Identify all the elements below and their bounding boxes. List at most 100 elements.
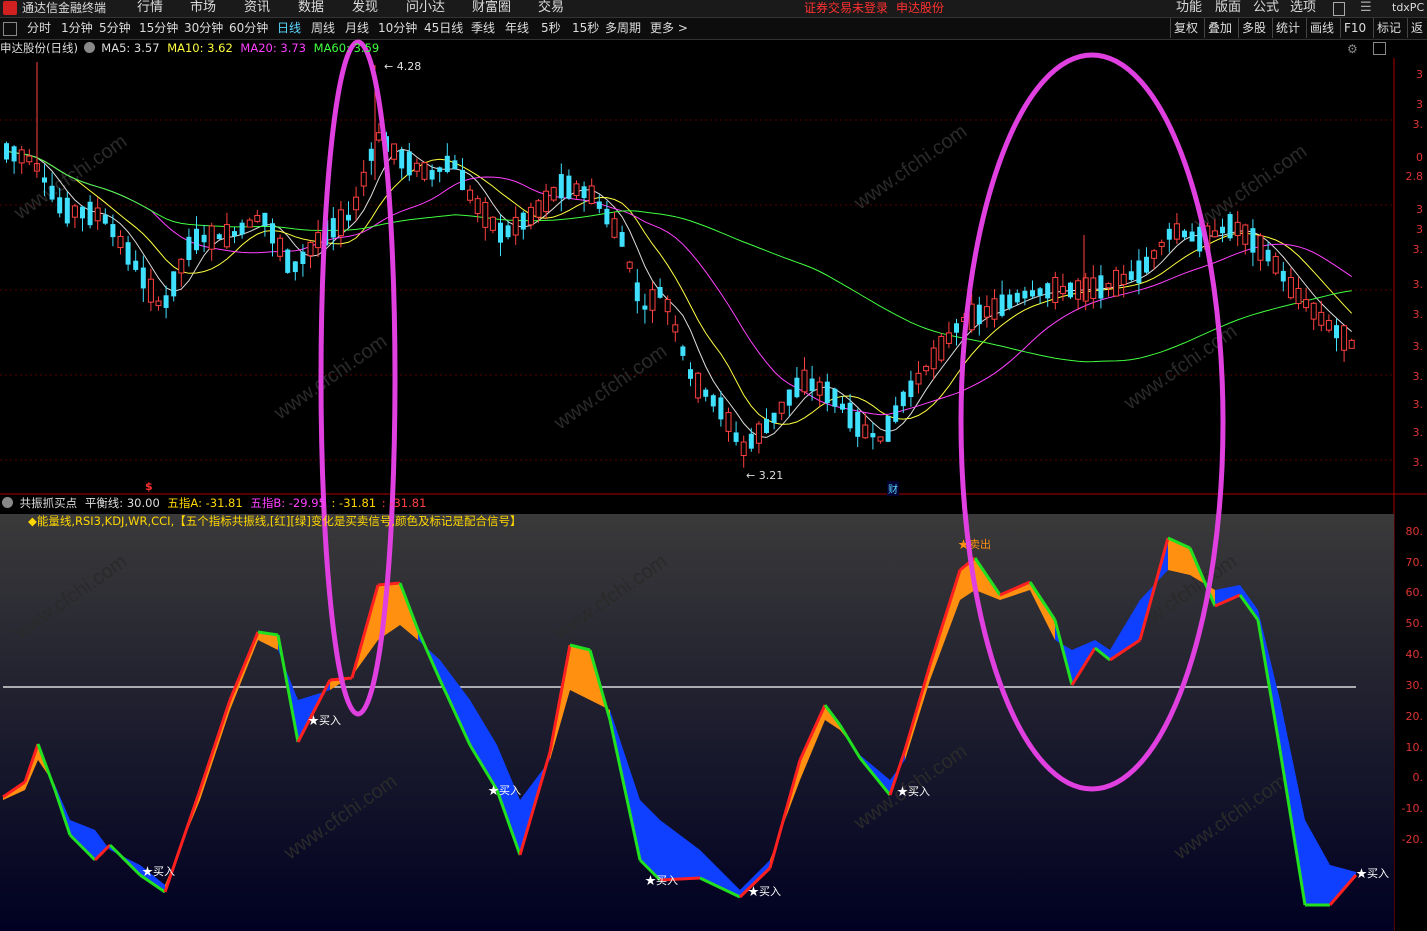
indicator-axis-tick: -20. — [1401, 833, 1423, 846]
candle-down — [999, 294, 1005, 316]
candle-up — [1303, 299, 1310, 309]
candle-down — [110, 224, 116, 238]
candle-up — [527, 206, 534, 226]
price-axis-tick: 3. — [1412, 370, 1424, 383]
price-axis-tick: 3. — [1412, 278, 1424, 291]
candle-up — [740, 441, 747, 457]
candle-up — [816, 381, 823, 396]
candle-up — [1113, 269, 1120, 297]
candle-down — [11, 146, 17, 162]
candle-up — [626, 261, 633, 269]
candle-down — [748, 433, 754, 449]
candle-up — [1348, 339, 1355, 349]
ma5-label: MA5: 3.57 — [101, 41, 160, 55]
candle-up — [801, 369, 808, 393]
settings-icon[interactable]: ⚙ — [1347, 42, 1358, 56]
candle-up — [489, 216, 496, 231]
candle-up — [277, 237, 284, 257]
candle-up — [512, 216, 519, 236]
indicator-axis-tick: 30. — [1405, 679, 1424, 692]
candle-up — [672, 324, 679, 333]
maximize-icon[interactable] — [1373, 42, 1386, 55]
price-axis-tick: 3. — [1412, 118, 1424, 131]
candle-up — [695, 372, 702, 399]
candle-up — [223, 224, 230, 248]
candle-down — [794, 377, 800, 398]
dropdown-circle-icon[interactable] — [83, 42, 95, 53]
candle-down — [710, 395, 716, 407]
candle-down — [1045, 283, 1051, 299]
candle-up — [535, 200, 542, 218]
finance-marker[interactable]: 财 — [887, 481, 899, 496]
buy-signal: ★买入 — [748, 885, 781, 898]
candle-up — [1173, 223, 1180, 240]
candle-up — [26, 155, 33, 163]
buy-signal: ★买入 — [142, 865, 175, 878]
candle-up — [862, 424, 869, 439]
candle-down — [893, 405, 899, 422]
candle-down — [1068, 282, 1073, 298]
indicator-dropdown-icon[interactable] — [2, 497, 13, 508]
candle-down — [1098, 275, 1104, 299]
candle-down — [1280, 270, 1286, 282]
candle-up — [1257, 235, 1264, 261]
ma60-label: MA60: 3.59 — [313, 41, 380, 55]
candle-down — [688, 369, 693, 379]
candle-up — [1158, 241, 1165, 247]
candle-down — [566, 175, 572, 199]
candle-down — [4, 143, 9, 160]
candle-down — [581, 186, 587, 199]
indicator-axis-tick: 80. — [1405, 525, 1424, 538]
candle-down — [1022, 290, 1028, 299]
candle-down — [908, 380, 914, 398]
candle-up — [391, 143, 398, 160]
candle-up — [664, 299, 671, 313]
candle-down — [1166, 228, 1172, 240]
candle-up — [983, 306, 990, 318]
sell-signal: ★卖出 — [958, 537, 991, 551]
candle-down — [216, 234, 222, 240]
candle-down — [900, 391, 906, 407]
buy-signal: ★买入 — [897, 785, 930, 798]
candle-down — [558, 174, 564, 199]
indicator-header: 共振抓买点 平衡线: 30.00 五指A: -31.81 五指B: -29.95… — [0, 495, 426, 512]
candle-down — [368, 148, 374, 161]
price-axis-tick: 3 — [1416, 203, 1423, 216]
candle-up — [94, 207, 101, 222]
candle-up — [915, 372, 922, 385]
candle-up — [991, 298, 998, 320]
price-axis-tick: 3 — [1416, 68, 1423, 81]
candle-down — [42, 177, 47, 183]
candle-up — [1242, 224, 1249, 245]
candle-down — [847, 402, 853, 429]
candle-up — [375, 132, 382, 141]
candle-down — [1014, 292, 1020, 303]
low-price-label: ← 3.21 — [746, 469, 784, 482]
candle-down — [201, 234, 207, 243]
candle-up — [1295, 287, 1302, 305]
dollar-marker[interactable]: $ — [145, 480, 153, 493]
candle-down — [399, 149, 405, 169]
price-axis-tick: 3. — [1412, 426, 1424, 439]
candle-down — [239, 222, 245, 235]
candle-up — [421, 162, 428, 180]
indicator-axis-tick: 0. — [1412, 771, 1424, 784]
candle-down — [840, 403, 845, 410]
indicator-description: ◆能量线,RSI3,KDJ,WR,CCI,【五个指标共振线,[红][绿]变化是买… — [28, 514, 522, 528]
candle-up — [353, 196, 360, 211]
high-price-label: ← 4.28 — [384, 60, 422, 73]
candle-down — [1182, 230, 1187, 238]
main-chart-header: 申达股份(日线) MA5: 3.57 MA10: 3.62 MA20: 3.73… — [0, 40, 379, 57]
candle-up — [1234, 221, 1241, 236]
candle-down — [642, 305, 648, 310]
price-axis-tick: 0 — [1416, 151, 1423, 164]
candle-up — [208, 225, 215, 250]
indicator-axis-tick: 70. — [1405, 556, 1424, 569]
candle-down — [764, 419, 769, 433]
candle-up — [1151, 250, 1158, 259]
candle-up — [1090, 277, 1097, 299]
candle-up — [1105, 283, 1112, 289]
candle-up — [573, 183, 580, 196]
candle-up — [778, 401, 785, 414]
candle-down — [346, 214, 351, 221]
